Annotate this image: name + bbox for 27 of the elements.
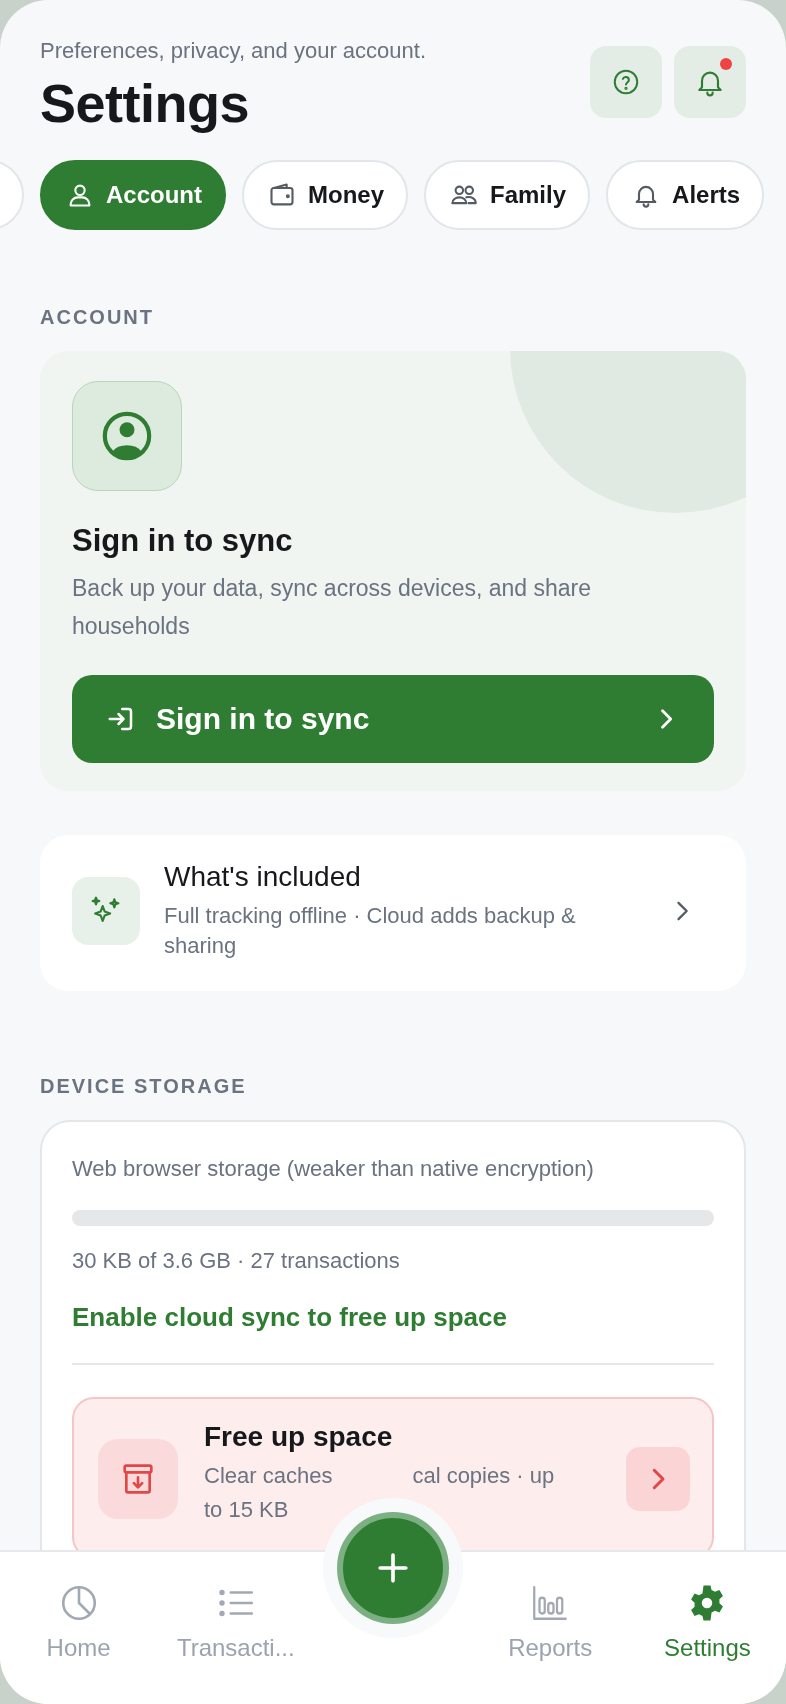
free-up-card[interactable]: Free up space Clear caches cal copies · up to 15 KB <box>72 1397 714 1550</box>
category-tab[interactable]: Family <box>424 160 591 230</box>
page-subtitle: Preferences, privacy, and your account. <box>40 38 426 64</box>
enable-sync-link[interactable]: Enable cloud sync to free up space <box>72 1302 507 1333</box>
card-title: What's included <box>164 861 362 893</box>
card-title: Sign in to sync <box>72 523 294 559</box>
help-icon <box>611 67 641 97</box>
card-description: cal copies · up <box>412 1463 555 1488</box>
category-tab[interactable]: Money <box>242 160 408 230</box>
chevron-button[interactable] <box>626 1447 690 1511</box>
card-description: Full tracking offline · Cloud adds backup & sharing <box>164 902 577 960</box>
category-tab[interactable]: Alerts <box>606 160 765 230</box>
included-card[interactable]: What's included Full tracking offline · Cloud adds backup & sharing <box>40 835 746 991</box>
category-tab[interactable]: Account <box>40 160 226 230</box>
sign-in-button[interactable]: Sign in to sync <box>72 675 714 763</box>
notifications-button[interactable] <box>674 46 746 118</box>
help-button[interactable] <box>590 46 662 118</box>
section-heading: DEVICE STORAGE <box>40 1075 248 1098</box>
card-title: Free up space <box>204 1421 394 1453</box>
storage-label: Web browser storage (weaker than native encryption) <box>72 1156 595 1182</box>
card-description: to 15 KB <box>204 1497 289 1522</box>
nav-tab[interactable]: Settings <box>628 1552 786 1704</box>
section-heading: ACCOUNT <box>40 306 155 329</box>
page-title: Settings <box>40 72 251 134</box>
card-description: Clear caches <box>204 1463 333 1488</box>
card-description: Back up your data, sync across devices, and share households <box>72 574 593 641</box>
storage-usage: 30 KB of 3.6 GB · 27 transactions <box>72 1248 401 1274</box>
